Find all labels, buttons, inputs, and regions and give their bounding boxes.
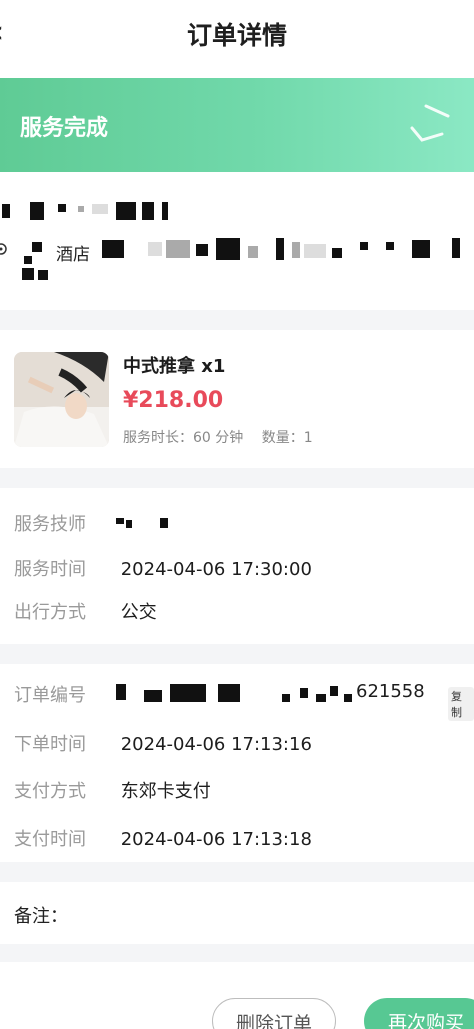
- pay-time-row: 支付时间 2024-04-06 17:13:18: [14, 825, 312, 851]
- redacted-block: [248, 246, 258, 258]
- remark-card: 备注：: [0, 882, 474, 944]
- redacted-block: [452, 238, 460, 258]
- address-card: 酒店: [0, 172, 474, 310]
- status-banner: 服务完成: [0, 78, 474, 172]
- pay-method-row: 支付方式 东郊卡支付: [14, 777, 211, 803]
- redacted-block: [300, 688, 308, 698]
- travel-row: 出行方式 公交: [14, 598, 157, 624]
- product-meta: 服务时长：60 分钟 数量：1: [123, 427, 327, 447]
- redacted-block: [332, 248, 342, 258]
- redacted-block: [292, 242, 300, 258]
- redacted-block: [78, 206, 84, 212]
- rebuy-button[interactable]: 再次购买: [364, 998, 474, 1029]
- redacted-block: [116, 518, 124, 524]
- redacted-block: [116, 684, 126, 700]
- technician-row: 服务技师: [14, 510, 115, 536]
- order-number-tail-row: 621558: [356, 681, 425, 702]
- page-title: 订单详情: [186, 21, 287, 50]
- service-info-card: 服务技师 服务时间 2024-04-06 17:30:00 出行方式 公交: [0, 488, 474, 644]
- redacted-block: [58, 204, 66, 212]
- redacted-block: [24, 256, 32, 264]
- product-price: ¥218.00: [123, 388, 224, 413]
- pay-method-label: 支付方式: [14, 781, 86, 802]
- product-quantity: 数量：1: [261, 430, 313, 446]
- redacted-block: [92, 204, 108, 214]
- order-placed-row: 下单时间 2024-04-06 17:13:16: [14, 730, 312, 756]
- redacted-block: [22, 268, 34, 280]
- service-time-row: 服务时间 2024-04-06 17:30:00: [14, 555, 312, 581]
- redacted-block: [360, 242, 368, 250]
- redacted-block: [412, 240, 430, 258]
- redacted-block: [162, 202, 168, 220]
- delete-order-button[interactable]: 删除订单: [212, 998, 336, 1029]
- product-card[interactable]: 中式推拿 x1 ¥218.00 服务时长：60 分钟 数量：1: [0, 330, 474, 468]
- nav-spacer: [0, 66, 474, 78]
- redacted-block: [330, 686, 338, 696]
- pay-method-value: 东郊卡支付: [120, 781, 211, 802]
- nav-bar: ‹ 订单详情: [0, 0, 474, 66]
- pay-time-label: 支付时间: [14, 829, 86, 850]
- technician-label: 服务技师: [14, 514, 86, 535]
- bottom-action-bar: 删除订单 再次购买: [0, 962, 474, 1029]
- hotel-label: 酒店: [56, 245, 90, 265]
- checkmark-decoration-icon: [410, 104, 450, 142]
- product-duration: 服务时长：60 分钟: [123, 430, 244, 446]
- redacted-block: [32, 242, 42, 252]
- order-number-tail: 621558: [356, 681, 425, 702]
- redacted-block: [344, 694, 352, 702]
- redacted-block: [148, 242, 162, 256]
- service-time-value: 2024-04-06 17:30:00: [120, 559, 312, 580]
- redacted-block: [144, 690, 162, 702]
- redacted-block: [160, 518, 168, 528]
- order-placed-label: 下单时间: [14, 734, 86, 755]
- copy-order-number-button[interactable]: 复制: [448, 687, 474, 721]
- massage-photo-icon: [14, 352, 109, 447]
- service-time-label: 服务时间: [14, 559, 86, 580]
- location-pin-icon: [0, 243, 7, 255]
- order-info-card: 订单编号 621558 下单时间 2024-04-06 17:13:16 支付方…: [0, 664, 474, 862]
- redacted-block: [282, 694, 290, 702]
- redacted-block: [126, 520, 132, 528]
- product-name: 中式推拿 x1: [123, 356, 226, 377]
- redacted-block: [170, 684, 206, 702]
- redacted-block: [276, 238, 284, 260]
- order-number-row: 订单编号: [14, 681, 115, 707]
- order-placed-value: 2024-04-06 17:13:16: [120, 734, 312, 755]
- redacted-block: [316, 694, 326, 702]
- travel-label: 出行方式: [14, 602, 86, 623]
- redacted-block: [30, 202, 44, 220]
- travel-value: 公交: [120, 602, 157, 623]
- pay-time-value: 2024-04-06 17:13:18: [120, 829, 312, 850]
- redacted-block: [196, 244, 208, 256]
- redacted-block: [142, 202, 154, 220]
- status-text: 服务完成: [20, 116, 109, 141]
- remark-label: 备注：: [14, 906, 68, 927]
- redacted-block: [386, 242, 394, 250]
- redacted-block: [102, 240, 124, 258]
- redacted-block: [304, 244, 326, 258]
- redacted-block: [116, 202, 136, 220]
- redacted-block: [166, 240, 190, 258]
- redacted-block: [38, 270, 48, 280]
- order-number-label: 订单编号: [14, 685, 86, 706]
- redacted-block: [216, 238, 240, 260]
- product-thumbnail: [14, 352, 109, 447]
- redacted-block: [2, 204, 10, 218]
- redacted-block: [218, 684, 240, 702]
